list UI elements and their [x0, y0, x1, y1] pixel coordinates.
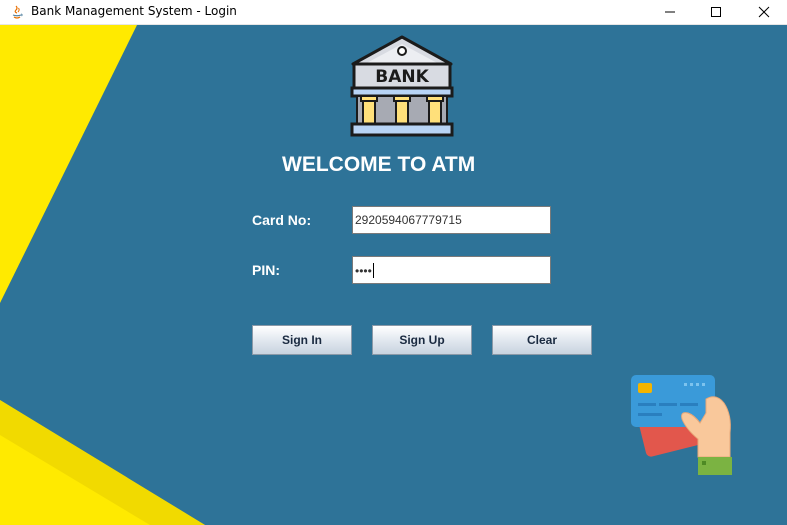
bank-building-icon: BANK — [350, 35, 454, 137]
close-button[interactable] — [741, 0, 787, 24]
text-caret — [372, 263, 374, 279]
welcome-heading: WELCOME TO ATM — [282, 153, 476, 176]
sign-up-button[interactable]: Sign Up — [372, 325, 472, 355]
pin-masked-value: •••• — [355, 263, 372, 278]
clear-button[interactable]: Clear — [492, 325, 592, 355]
login-panel: BANK WELCOME TO ATM Card No: 29205940677… — [0, 25, 787, 525]
card-number-label: Card No: — [252, 212, 312, 228]
top-left-yellow-shape — [0, 25, 137, 303]
minimize-button[interactable] — [647, 0, 693, 24]
pin-label: PIN: — [252, 262, 280, 278]
sign-in-button[interactable]: Sign In — [252, 325, 352, 355]
login-window: Bank Management System - Login BANK WELC… — [0, 0, 787, 525]
card-number-value: 2920594067779715 — [355, 213, 462, 227]
credit-card-hand-icon — [631, 375, 732, 475]
bank-sign-text: BANK — [375, 67, 429, 87]
minimize-icon — [665, 11, 675, 13]
window-title: Bank Management System - Login — [31, 4, 237, 18]
close-icon — [758, 6, 770, 18]
java-app-icon[interactable] — [9, 4, 25, 20]
maximize-icon — [711, 7, 721, 17]
maximize-button[interactable] — [693, 0, 739, 24]
pin-input[interactable]: •••• — [352, 256, 551, 284]
card-number-input[interactable]: 2920594067779715 — [352, 206, 551, 234]
title-bar[interactable]: Bank Management System - Login — [0, 0, 787, 25]
